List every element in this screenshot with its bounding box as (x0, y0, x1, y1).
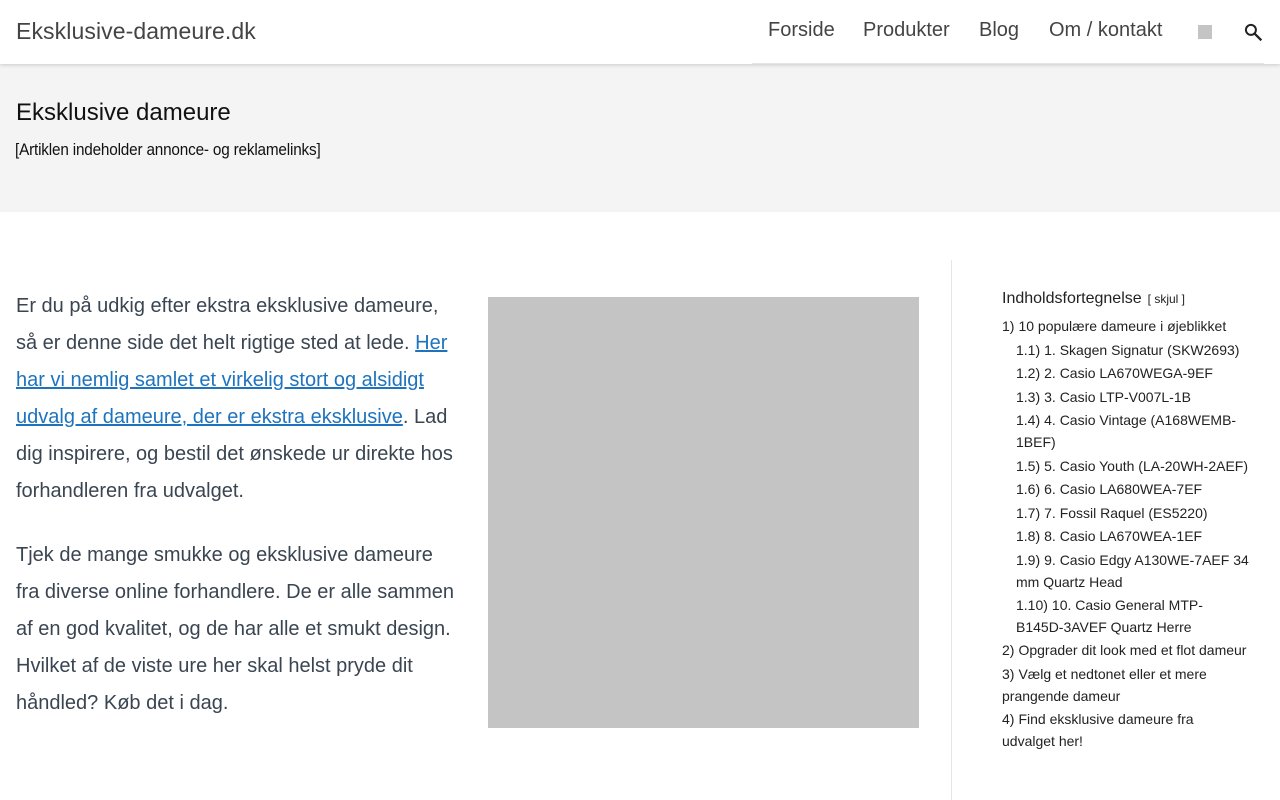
intro-paragraph: Er du på udkig efter ekstra eksklusive d… (16, 288, 456, 510)
toc-item-label[interactable]: 4. Casio Vintage (A168WEMB-1BEF) (1016, 412, 1236, 450)
toc-subitem[interactable]: 1.4) 4. Casio Vintage (A168WEMB-1BEF) (1002, 410, 1250, 453)
toc-item-number: 1) (1002, 318, 1015, 334)
second-paragraph: Tjek de mange smukke og eksklusive dameu… (16, 544, 454, 714)
toc-item-label[interactable]: Opgrader dit look med et flot dameur (1018, 642, 1246, 658)
sidebar-divider (951, 260, 952, 800)
toc-item[interactable]: 2) Opgrader dit look med et flot dameur (1002, 640, 1250, 662)
toc-item-label[interactable]: 7. Fossil Raquel (ES5220) (1044, 505, 1207, 521)
toc-item-number: 1.2) (1016, 365, 1041, 382)
toc-item-label[interactable]: 3. Casio LTP-V007L-1B (1044, 389, 1191, 405)
toc-item-number: 1.9) (1016, 551, 1041, 568)
toc-item-label[interactable]: 6. Casio LA680WEA-7EF (1044, 481, 1202, 497)
toc-item-label[interactable]: Find eksklusive dameure fra udvalget her… (1002, 711, 1194, 749)
toc-item-number: 2) (1002, 642, 1015, 659)
toc-subitem[interactable]: 1.1) 1. Skagen Signatur (SKW2693) (1002, 340, 1250, 362)
toc-item-number: 1.1) (1016, 341, 1041, 358)
toc-subitem[interactable]: 1.3) 3. Casio LTP-V007L-1B (1002, 387, 1250, 409)
toc-list: 1) 10 populære dameure i øjeblikket 1.1) 1… (1002, 316, 1250, 752)
toc-item-number: 1.4) (1016, 412, 1041, 429)
toc-subitem[interactable]: 1.6) 6. Casio LA680WEA-7EF (1002, 479, 1250, 501)
toc-subitem[interactable]: 1.2) 2. Casio LA670WEGA-9EF (1002, 363, 1250, 385)
toc-item-label[interactable]: 1. Skagen Signatur (SKW2693) (1044, 342, 1239, 358)
table-of-contents: Indholdsfortegnelse [ skjul ] 1) 10 populæ… (1002, 290, 1250, 754)
toc-item-label[interactable]: 10 populære dameure i øjeblikket (1018, 318, 1226, 334)
toc-item-label[interactable]: Vælg et nedtonet eller et mere prangende… (1002, 666, 1207, 704)
placeholder-square-icon[interactable] (1198, 25, 1212, 39)
toc-item-number: 1.10) (1016, 597, 1048, 614)
article-content: Er du på udkig efter ekstra eksklusive d… (16, 288, 456, 749)
toc-item[interactable]: 1) 10 populære dameure i øjeblikket (1002, 316, 1250, 338)
page-hero: Eksklusive dameure [Artiklen indeholder … (0, 64, 1280, 212)
page-title: Eksklusive dameure (16, 99, 231, 126)
toc-item[interactable]: 3) Vælg et nedtonet eller et mere prangen… (1002, 664, 1250, 707)
nav-item-om-kontakt[interactable]: Om / kontakt (1049, 19, 1162, 42)
toc-item-label[interactable]: 5. Casio Youth (LA-20WH-2AEF) (1044, 458, 1248, 474)
article-image-placeholder (488, 297, 919, 728)
toc-subitem[interactable]: 1.5) 5. Casio Youth (LA-20WH-2AEF) (1002, 456, 1250, 478)
search-icon[interactable] (1243, 22, 1263, 42)
toc-item-label[interactable]: 2. Casio LA670WEGA-9EF (1044, 365, 1213, 381)
toc-item-label[interactable]: 9. Casio Edgy A130WE-7AEF 34 mm Quartz H… (1016, 552, 1249, 590)
nav-item-produkter[interactable]: Produkter (863, 19, 950, 42)
toc-toggle: [ skjul ] (1148, 292, 1185, 306)
toc-item-number: 1.7) (1016, 504, 1041, 521)
toc-subitem[interactable]: 1.9) 9. Casio Edgy A130WE-7AEF 34 mm Quar… (1002, 550, 1250, 593)
toc-toggle-close-bracket: ] (1178, 292, 1186, 306)
toc-item[interactable]: 4) Find eksklusive dameure fra udvalget h… (1002, 709, 1250, 752)
toc-item-number: 1.6) (1016, 481, 1041, 498)
toc-subitem[interactable]: 1.10) 10. Casio General MTP-B145D-3AVEF Q… (1002, 595, 1250, 638)
toc-item-number: 4) (1002, 711, 1015, 728)
toc-header: Indholdsfortegnelse [ skjul ] (1002, 290, 1250, 308)
toc-item-number: 1.3) (1016, 388, 1041, 405)
toc-item-label[interactable]: 8. Casio LA670WEA-1EF (1044, 528, 1202, 544)
toc-title: Indholdsfortegnelse (1002, 290, 1142, 307)
toc-item-number: 1.5) (1016, 457, 1041, 474)
toc-subitem[interactable]: 1.8) 8. Casio LA670WEA-1EF (1002, 526, 1250, 548)
site-title[interactable]: Eksklusive-dameure.dk (16, 18, 256, 45)
main-nav: Forside Produkter Blog Om / kontakt (752, 0, 1264, 64)
toc-item-number: 1.8) (1016, 528, 1041, 545)
site-header: Eksklusive-dameure.dk Forside Produkter … (0, 0, 1280, 64)
nav-item-blog[interactable]: Blog (979, 19, 1019, 42)
intro-text-before: Er du på udkig efter ekstra eksklusive d… (16, 295, 439, 354)
toc-hide-link[interactable]: skjul (1154, 292, 1178, 306)
toc-subitem[interactable]: 1.7) 7. Fossil Raquel (ES5220) (1002, 503, 1250, 525)
ad-disclaimer: [Artiklen indeholder annonce- og reklame… (15, 140, 321, 159)
toc-item-number: 3) (1002, 665, 1015, 682)
nav-item-forside[interactable]: Forside (768, 19, 835, 42)
